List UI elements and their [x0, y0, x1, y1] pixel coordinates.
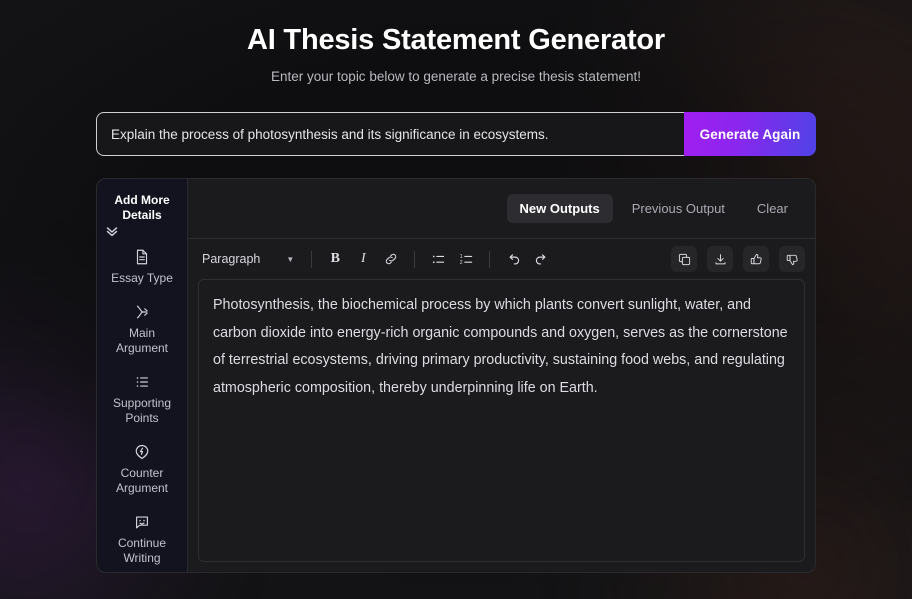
tab-previous-output[interactable]: Previous Output	[619, 194, 738, 223]
sidebar-item-label: Essay Type	[111, 271, 173, 285]
italic-button[interactable]: I	[351, 247, 375, 271]
block-format-select[interactable]: Paragraph ▼	[200, 248, 300, 270]
document-icon	[133, 248, 151, 266]
sidebar-item-label: Main Argument	[115, 326, 169, 355]
topic-input[interactable]	[96, 112, 684, 156]
toolbar-divider	[489, 250, 491, 268]
bold-button[interactable]: B	[323, 247, 347, 271]
undo-button[interactable]	[501, 247, 525, 271]
download-icon	[713, 252, 728, 267]
sidebar-item-continue-writing[interactable]: Continue Writing	[101, 504, 183, 572]
redo-icon	[533, 251, 550, 268]
sidebar-item-label: Supporting Points	[112, 396, 172, 425]
bullet-list-icon	[430, 251, 447, 268]
robot-chat-icon	[133, 513, 151, 531]
sidebar-item-supporting-points[interactable]: Supporting Points	[101, 364, 183, 432]
svg-text:1: 1	[459, 253, 462, 259]
generate-again-button[interactable]: Generate Again	[684, 112, 816, 156]
toolbar-divider	[311, 250, 313, 268]
copy-button[interactable]	[671, 246, 697, 272]
tab-new-outputs[interactable]: New Outputs	[506, 194, 613, 223]
thumbs-down-button[interactable]	[779, 246, 805, 272]
output-panel: New Outputs Previous Output Clear Paragr…	[188, 179, 815, 572]
details-sidebar: Add More Details Essay Type Main Argumen…	[97, 179, 188, 572]
undo-icon	[505, 251, 522, 268]
page-root: AI Thesis Statement Generator Enter your…	[0, 0, 912, 599]
output-tabbar: New Outputs Previous Output Clear	[188, 179, 815, 239]
block-format-value: Paragraph	[202, 252, 261, 266]
link-button[interactable]	[379, 247, 403, 271]
copy-icon	[677, 252, 692, 267]
bolt-badge-icon	[133, 443, 151, 461]
page-subtitle: Enter your topic below to generate a pre…	[271, 69, 641, 84]
workspace: Add More Details Essay Type Main Argumen…	[96, 178, 816, 573]
sidebar-item-label: Counter Argument	[115, 466, 169, 495]
page-header: AI Thesis Statement Generator Enter your…	[0, 0, 912, 84]
toolbar-divider	[414, 250, 416, 268]
sidebar-item-main-argument[interactable]: Main Argument	[101, 294, 183, 362]
output-editor[interactable]: Photosynthesis, the biochemical process …	[198, 279, 805, 562]
editor-toolbar: Paragraph ▼ B I 1 2	[188, 239, 815, 279]
prompt-bar: Generate Again	[96, 112, 816, 156]
add-more-details-label: Add More Details	[114, 193, 170, 222]
thesis-output-text: Photosynthesis, the biochemical process …	[213, 297, 788, 396]
sidebar-item-label: Continue Writing	[117, 536, 167, 565]
bullet-list-button[interactable]	[426, 247, 450, 271]
thumbs-up-button[interactable]	[743, 246, 769, 272]
branch-icon	[133, 303, 151, 321]
redo-button[interactable]	[529, 247, 553, 271]
add-more-details-toggle[interactable]: Add More Details	[101, 191, 183, 237]
chevron-down-icon: ▼	[286, 254, 295, 264]
thumbs-down-icon	[785, 252, 800, 267]
download-button[interactable]	[707, 246, 733, 272]
sidebar-item-counter-argument[interactable]: Counter Argument	[101, 434, 183, 502]
thumbs-up-icon	[749, 252, 764, 267]
numbered-list-icon: 1 2	[458, 251, 475, 268]
list-icon	[133, 373, 151, 391]
svg-text:2: 2	[459, 260, 462, 266]
page-title: AI Thesis Statement Generator	[246, 24, 666, 56]
tab-clear[interactable]: Clear	[744, 194, 801, 223]
link-icon	[383, 251, 399, 267]
numbered-list-button[interactable]: 1 2	[454, 247, 478, 271]
chevrons-down-icon	[105, 226, 179, 237]
sidebar-item-essay-type[interactable]: Essay Type	[101, 239, 183, 292]
